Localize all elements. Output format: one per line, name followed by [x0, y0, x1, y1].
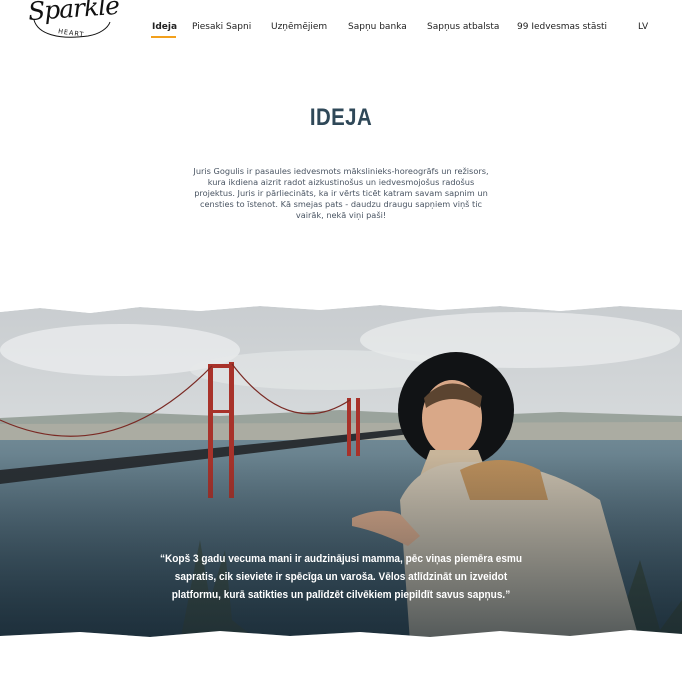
- site-header: Sparkle HEART Ideja Piesaki Sapni Uzņēmē…: [0, 0, 682, 58]
- nav-item-uznemejiem[interactable]: Uzņēmējiem: [271, 22, 327, 32]
- active-nav-indicator: [151, 36, 176, 38]
- nav-item-sapnus-atbalsta[interactable]: Sapņus atbalsta: [427, 22, 499, 32]
- nav-item-piesaki-sapni[interactable]: Piesaki Sapni: [192, 22, 251, 32]
- nav-item-ideja[interactable]: Ideja: [152, 22, 177, 32]
- nav-item-99-iedvesmas-stasti[interactable]: 99 Iedvesmas stāsti: [517, 22, 607, 32]
- nav-item-sapnu-banka[interactable]: Sapņu banka: [348, 22, 407, 32]
- page-title: IDEJA: [309, 104, 373, 131]
- intro-paragraph: Juris Gogulis ir pasaules iedvesmots māk…: [193, 166, 489, 220]
- hero-quote: “Kopš 3 gadu vecuma mani ir audzinājusi …: [159, 553, 523, 601]
- language-switcher[interactable]: LV: [638, 22, 648, 32]
- main-navigation: Ideja Piesaki Sapni Uzņēmējiem Sapņu ban…: [0, 22, 682, 42]
